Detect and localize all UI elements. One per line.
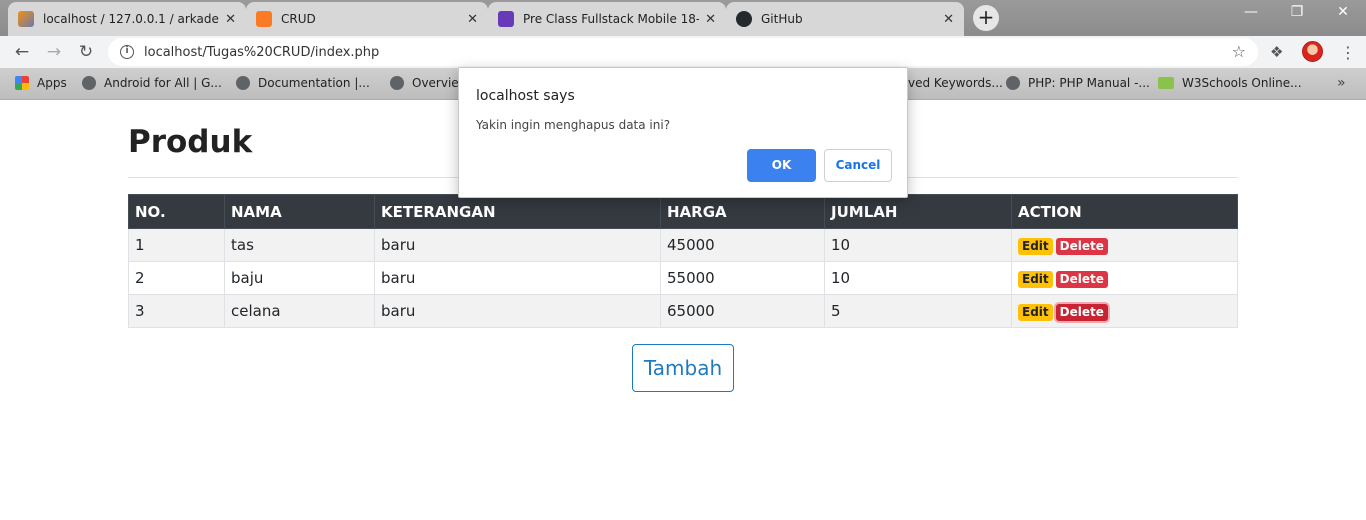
cell-action: Edit Delete: [1011, 294, 1238, 328]
tab-title: CRUD: [281, 12, 316, 26]
tab-title: GitHub: [761, 12, 803, 26]
header-harga: HARGA: [660, 194, 825, 229]
bookmark-label: PHP: PHP Manual -...: [1028, 76, 1150, 90]
tab-title: localhost / 127.0.0.1 / arkademy |: [43, 12, 219, 26]
tab-crud[interactable]: CRUD ✕: [246, 2, 488, 36]
new-tab-button[interactable]: +: [973, 5, 999, 31]
bookmark-label: Apps: [37, 76, 67, 90]
reload-icon[interactable]: ↻: [74, 42, 98, 62]
ok-button[interactable]: OK: [747, 149, 816, 182]
tab-github[interactable]: GitHub ✕: [726, 2, 964, 36]
edit-button[interactable]: Edit: [1018, 270, 1053, 288]
header-jumlah: JUMLAH: [824, 194, 1012, 229]
phpmyadmin-icon: [18, 11, 34, 27]
confirm-dialog: localhost says Yakin ingin menghapus dat…: [458, 67, 908, 198]
restore-icon[interactable]: ❐: [1274, 4, 1320, 20]
cell-action: Edit Delete: [1011, 228, 1238, 262]
cell-keterangan: baru: [374, 228, 661, 262]
page-title: Produk: [128, 124, 253, 160]
extensions-icon[interactable]: ❖: [1270, 43, 1283, 61]
cell-no: 2: [128, 261, 225, 295]
cell-no: 3: [128, 294, 225, 328]
bookmark-label: Android for All | G...: [104, 76, 222, 90]
table-header-row: NO. NAMA KETERANGAN HARGA JUMLAH ACTION: [128, 194, 1238, 229]
cell-keterangan: baru: [374, 261, 661, 295]
tab-strip: localhost / 127.0.0.1 / arkademy | ✕ CRU…: [0, 0, 1366, 36]
globe-icon: [82, 76, 96, 90]
bookmark-w3schools[interactable]: W3Schools Online...: [1158, 76, 1302, 90]
bookmark-label: ved Keywords...: [908, 76, 1003, 90]
back-icon[interactable]: ←: [10, 42, 34, 62]
bookmark-apps[interactable]: Apps: [15, 76, 67, 90]
browser-toolbar: ← → ↻ i localhost/Tugas%20CRUD/index.php…: [0, 36, 1366, 68]
bookmark-android[interactable]: Android for All | G...: [82, 76, 222, 90]
avatar[interactable]: [1302, 41, 1323, 62]
cell-jumlah: 10: [824, 261, 1012, 295]
globe-icon: [236, 76, 250, 90]
address-bar[interactable]: i localhost/Tugas%20CRUD/index.php ☆: [108, 38, 1258, 66]
product-table: NO. NAMA KETERANGAN HARGA JUMLAH ACTION …: [128, 194, 1238, 328]
table-row: 3 celana baru 65000 5 Edit Delete: [128, 294, 1238, 328]
github-icon: [736, 11, 752, 27]
header-action: ACTION: [1011, 194, 1238, 229]
chevron-right-icon[interactable]: »: [1337, 75, 1346, 91]
table-row: 1 tas baru 45000 10 Edit Delete: [128, 228, 1238, 262]
star-icon[interactable]: ☆: [1232, 42, 1246, 61]
cell-harga: 55000: [660, 261, 825, 295]
bookmark-documentation[interactable]: Documentation |...: [236, 76, 370, 90]
bookmark-php-manual[interactable]: PHP: PHP Manual -...: [1006, 76, 1150, 90]
dialog-message: Yakin ingin menghapus data ini?: [476, 118, 671, 132]
forward-icon[interactable]: →: [42, 42, 66, 62]
add-button[interactable]: Tambah: [632, 344, 734, 392]
delete-button[interactable]: Delete: [1055, 270, 1108, 288]
minimize-icon[interactable]: —: [1228, 4, 1274, 20]
delete-button[interactable]: Delete: [1055, 237, 1108, 255]
header-nama: NAMA: [224, 194, 375, 229]
edit-button[interactable]: Edit: [1018, 237, 1053, 255]
cell-nama: tas: [224, 228, 375, 262]
close-icon[interactable]: ✕: [467, 12, 478, 27]
apps-icon: [15, 76, 29, 90]
cell-jumlah: 10: [824, 228, 1012, 262]
cell-keterangan: baru: [374, 294, 661, 328]
w3schools-icon: [1158, 77, 1174, 89]
close-window-icon[interactable]: ✕: [1320, 4, 1366, 20]
table-row: 2 baju baru 55000 10 Edit Delete: [128, 261, 1238, 295]
cell-action: Edit Delete: [1011, 261, 1238, 295]
cell-harga: 45000: [660, 228, 825, 262]
info-icon[interactable]: i: [120, 45, 134, 59]
bookmark-label: W3Schools Online...: [1182, 76, 1302, 90]
cell-nama: baju: [224, 261, 375, 295]
close-icon[interactable]: ✕: [705, 12, 716, 27]
cell-nama: celana: [224, 294, 375, 328]
close-icon[interactable]: ✕: [943, 12, 954, 27]
bookmark-keywords[interactable]: ved Keywords...: [908, 76, 1003, 90]
url-text[interactable]: localhost/Tugas%20CRUD/index.php: [144, 45, 379, 60]
cell-jumlah: 5: [824, 294, 1012, 328]
header-keterangan: KETERANGAN: [374, 194, 661, 229]
delete-button[interactable]: Delete: [1055, 303, 1108, 321]
cell-no: 1: [128, 228, 225, 262]
header-no: NO.: [128, 194, 225, 229]
bookmark-overview[interactable]: Overview: [390, 76, 469, 90]
tab-title: Pre Class Fullstack Mobile 18-2: [523, 12, 700, 26]
close-icon[interactable]: ✕: [225, 12, 236, 27]
globe-icon: [1006, 76, 1020, 90]
cancel-button[interactable]: Cancel: [824, 149, 892, 182]
globe-icon: [390, 76, 404, 90]
edit-button[interactable]: Edit: [1018, 303, 1053, 321]
xampp-icon: [256, 11, 272, 27]
tab-preclass[interactable]: Pre Class Fullstack Mobile 18-2 ✕: [488, 2, 726, 36]
form-icon: [498, 11, 514, 27]
menu-icon[interactable]: ⋮: [1340, 43, 1356, 62]
bookmark-label: Documentation |...: [258, 76, 370, 90]
dialog-title: localhost says: [476, 88, 575, 104]
tab-phpmyadmin[interactable]: localhost / 127.0.0.1 / arkademy | ✕: [8, 2, 246, 36]
cell-harga: 65000: [660, 294, 825, 328]
